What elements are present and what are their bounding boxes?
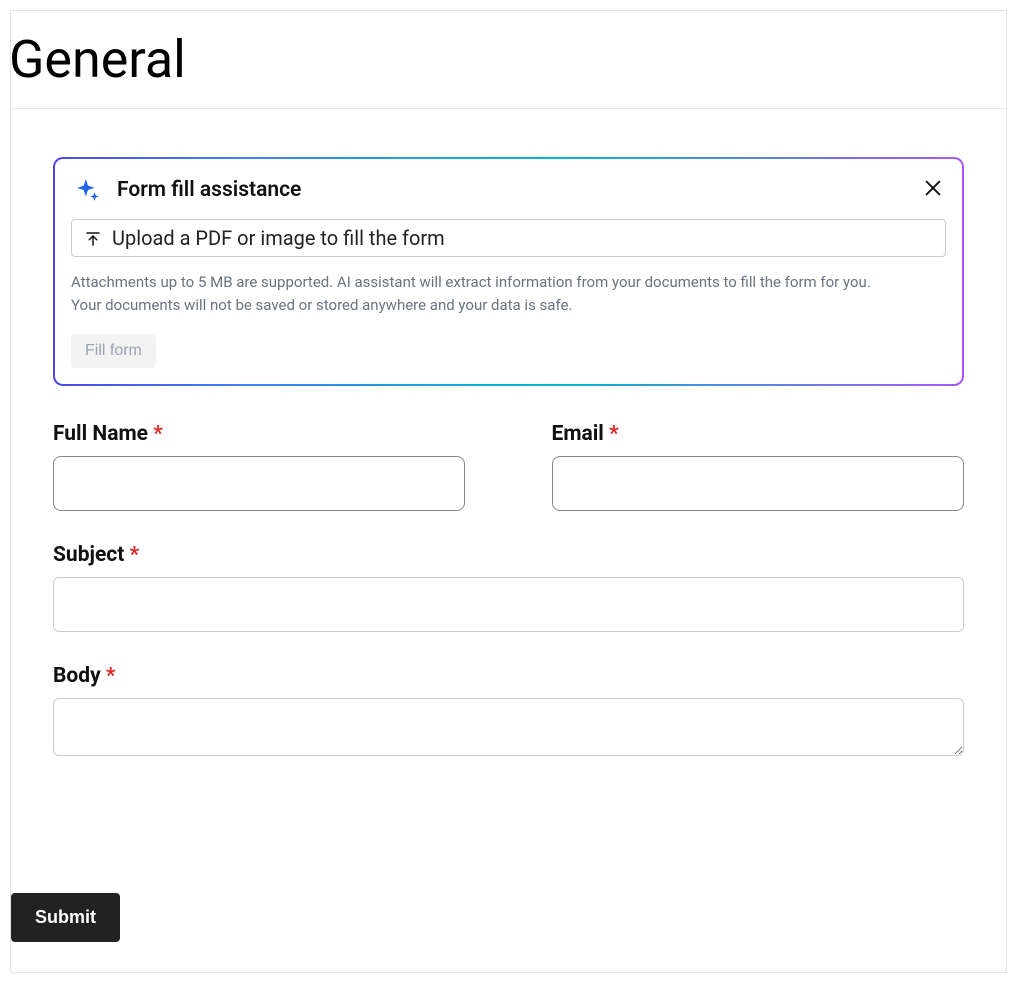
upload-icon <box>84 229 102 247</box>
form-row-subject: Subject * <box>53 543 964 632</box>
body-label: Body * <box>53 664 964 688</box>
assist-title: Form fill assistance <box>117 178 301 202</box>
assist-header: Form fill assistance <box>71 177 946 203</box>
submit-row: Submit <box>11 893 120 942</box>
upload-label: Upload a PDF or image to fill the form <box>112 226 445 250</box>
required-indicator: * <box>106 664 116 688</box>
page-container: General Form fill assistance <box>10 10 1007 973</box>
submit-button[interactable]: Submit <box>11 893 120 942</box>
close-button[interactable] <box>922 177 944 199</box>
upload-dropzone[interactable]: Upload a PDF or image to fill the form <box>71 219 946 257</box>
full-name-label: Full Name * <box>53 422 466 446</box>
form-group-body: Body * <box>53 664 964 756</box>
subject-label-text: Subject <box>53 543 124 567</box>
required-indicator: * <box>130 543 140 567</box>
form-fill-assistance-panel: Form fill assistance <box>53 157 964 386</box>
email-label-text: Email <box>552 422 604 446</box>
subject-input[interactable] <box>53 577 964 632</box>
body-textarea[interactable] <box>53 698 964 756</box>
fill-form-button[interactable]: Fill form <box>71 334 156 368</box>
content-area: Form fill assistance <box>11 109 1006 808</box>
form-group-full-name: Full Name * <box>53 422 466 511</box>
body-label-text: Body <box>53 664 101 688</box>
subject-label: Subject * <box>53 543 964 567</box>
email-label: Email * <box>552 422 965 446</box>
close-icon <box>922 187 944 202</box>
full-name-label-text: Full Name <box>53 422 148 446</box>
full-name-input[interactable] <box>53 456 465 511</box>
form-row-body: Body * <box>53 664 964 756</box>
assist-helptext-line1: Attachments up to 5 MB are supported. AI… <box>71 271 946 294</box>
form-group-email: Email * <box>552 422 965 511</box>
form-row-name-email: Full Name * Email * <box>53 422 964 511</box>
page-title: General <box>9 11 1006 109</box>
assist-helptext: Attachments up to 5 MB are supported. AI… <box>71 271 946 318</box>
email-input[interactable] <box>552 456 964 511</box>
form-group-subject: Subject * <box>53 543 964 632</box>
assist-helptext-line2: Your documents will not be saved or stor… <box>71 294 946 317</box>
required-indicator: * <box>153 422 163 446</box>
required-indicator: * <box>609 422 619 446</box>
sparkle-icon <box>75 177 101 203</box>
